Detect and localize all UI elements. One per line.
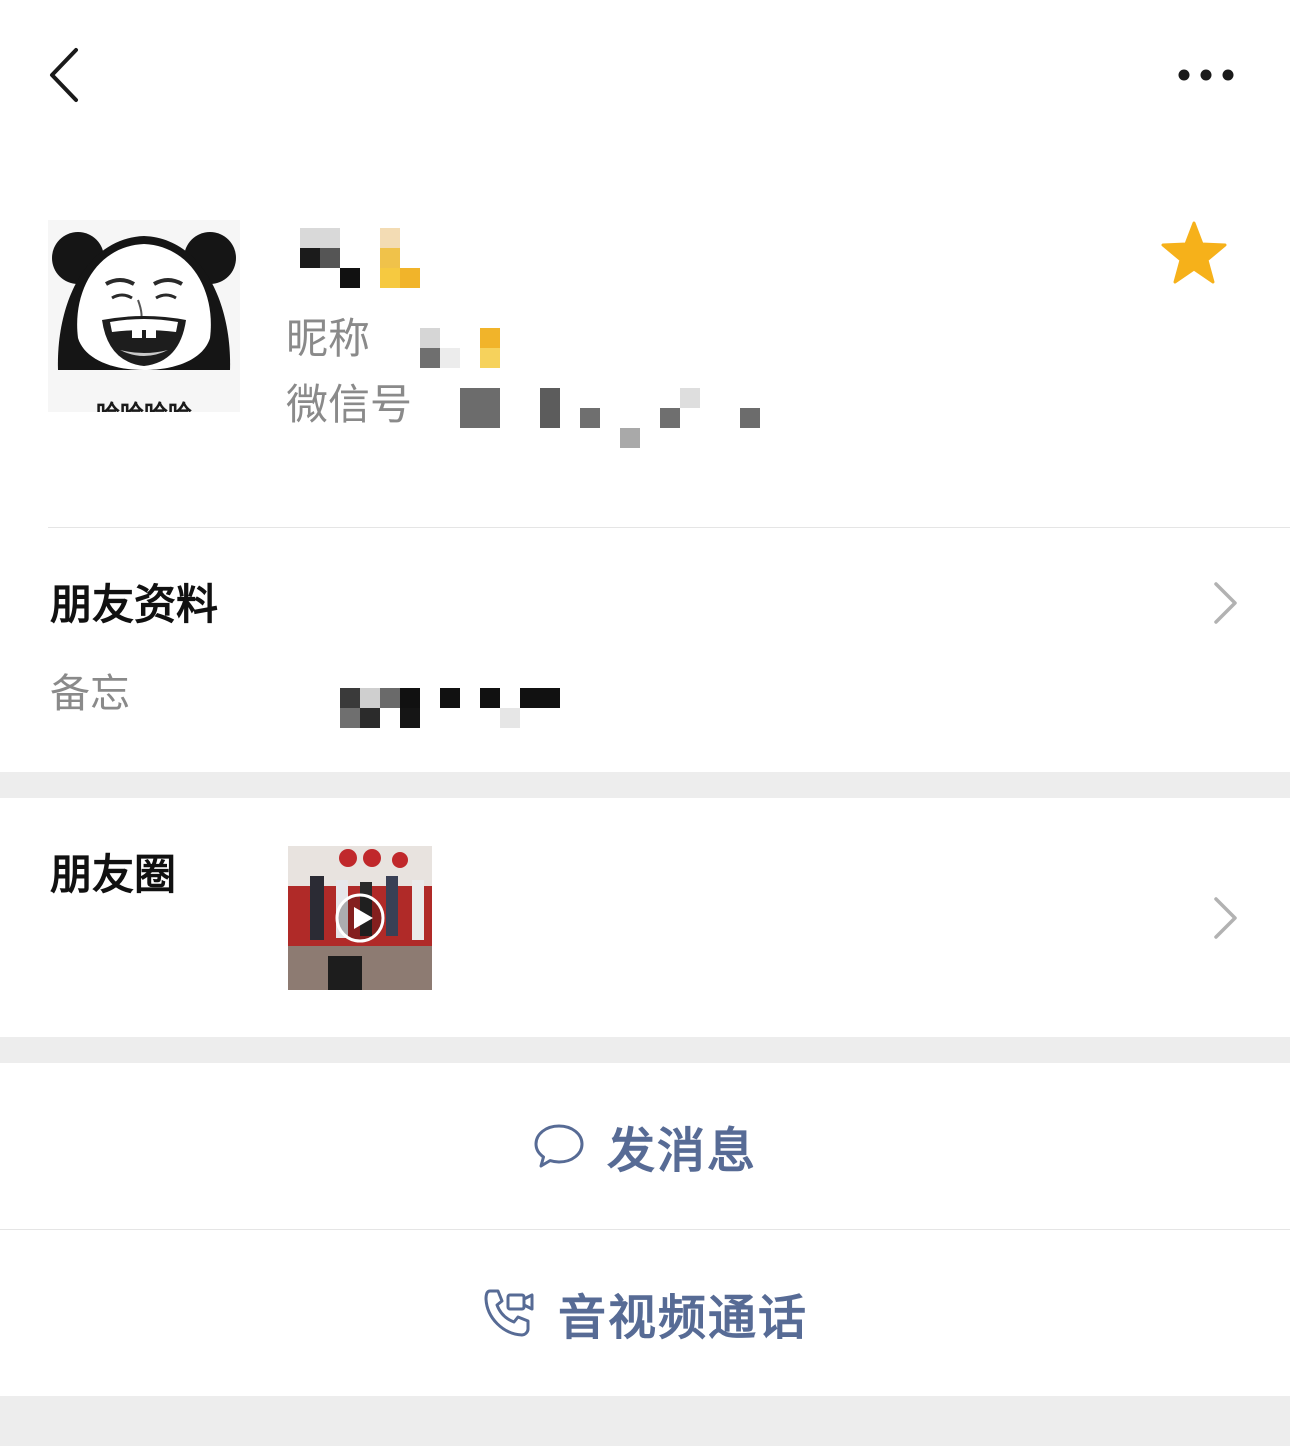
display-name-redacted [300, 228, 430, 290]
chevron-right-icon [1214, 582, 1237, 624]
moments-chevron [1210, 895, 1240, 941]
friend-info-chevron [1210, 580, 1240, 626]
audio-video-call-button[interactable]: 音视频通话 [0, 1230, 1290, 1396]
bottom-gap [0, 1396, 1290, 1446]
avatar[interactable]: 哈哈哈哈 [48, 220, 240, 412]
star-button[interactable] [1160, 220, 1228, 286]
divider [48, 527, 1290, 528]
profile-header: 哈哈哈哈 昵称 微信号 [0, 200, 1290, 500]
top-bar [0, 0, 1290, 150]
star-icon [1161, 221, 1227, 284]
phone-video-icon [484, 1289, 534, 1337]
send-message-label: 发消息 [606, 1123, 757, 1179]
chevron-left-icon [50, 48, 78, 102]
moments-title: 朋友圈 [50, 850, 177, 899]
more-button[interactable] [1170, 58, 1242, 92]
moments-video-thumbnail [288, 846, 432, 990]
moments-thumbnail[interactable] [288, 846, 432, 990]
nickname-label: 昵称 [286, 314, 371, 363]
nickname-line: 昵称 [286, 318, 370, 360]
memo-value-redacted [340, 688, 570, 728]
chevron-right-icon [1214, 897, 1237, 939]
more-dots-icon [1178, 69, 1234, 81]
chat-bubble-icon [534, 1124, 584, 1168]
section-gap [0, 1037, 1290, 1063]
friend-info-title: 朋友资料 [50, 580, 219, 629]
panda-face-illustration [48, 220, 240, 412]
wechat-id-label: 微信号 [286, 380, 413, 429]
avatar-caption: 哈哈哈哈 [48, 394, 240, 412]
section-gap [0, 772, 1290, 798]
send-message-button[interactable]: 发消息 [0, 1063, 1290, 1229]
audio-video-call-label: 音视频通话 [557, 1290, 808, 1346]
memo-label: 备忘 [50, 671, 130, 717]
wechat-id-line: 微信号 [286, 384, 412, 426]
back-button[interactable] [44, 44, 94, 106]
